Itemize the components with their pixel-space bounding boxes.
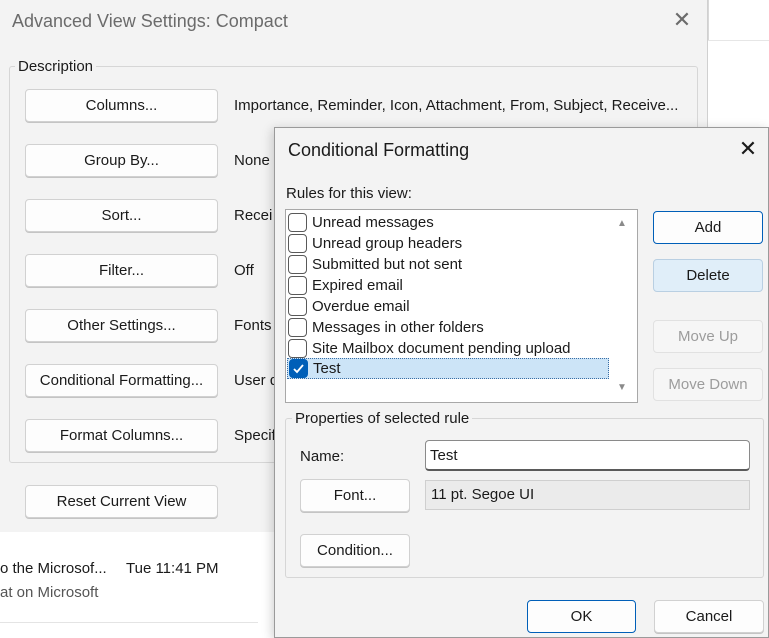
rule-checkbox[interactable]	[288, 276, 307, 295]
format-columns-button[interactable]: Format Columns...	[25, 419, 218, 452]
other-settings-value: Fonts	[234, 317, 272, 334]
advanced-dialog-title: Advanced View Settings: Compact	[12, 11, 288, 31]
cancel-button[interactable]: Cancel	[654, 600, 764, 633]
rule-item[interactable]: Overdue email	[287, 296, 609, 317]
rule-label: Test	[313, 360, 341, 377]
filter-value: Off	[234, 262, 254, 279]
scroll-down-icon[interactable]: ▼	[617, 382, 627, 393]
rule-item[interactable]: Unread group headers	[287, 233, 609, 254]
rule-item[interactable]: Unread messages	[287, 212, 609, 233]
rules-scrollbar[interactable]	[613, 210, 637, 402]
background-divider	[708, 0, 709, 40]
background-divider	[708, 40, 769, 41]
description-label: Description	[15, 58, 97, 75]
rule-item-selected[interactable]: Test	[287, 358, 609, 379]
rule-checkbox[interactable]	[288, 234, 307, 253]
filter-button[interactable]: Filter...	[25, 254, 218, 287]
rule-item[interactable]: Site Mailbox document pending upload	[287, 338, 609, 359]
conditional-formatting-value: User d	[234, 372, 279, 389]
other-settings-button[interactable]: Other Settings...	[25, 309, 218, 342]
checkmark-icon	[293, 364, 304, 374]
columns-button[interactable]: Columns...	[25, 89, 218, 122]
rule-label: Submitted but not sent	[312, 256, 463, 273]
move-down-button[interactable]: Move Down	[653, 368, 763, 401]
rule-label: Overdue email	[312, 298, 410, 315]
columns-value: Importance, Reminder, Icon, Attachment, …	[234, 97, 679, 114]
rule-label: Site Mailbox document pending upload	[312, 340, 571, 357]
group-by-value: None	[234, 152, 270, 169]
mail-sender: o the Microsof...	[0, 560, 107, 577]
delete-button[interactable]: Delete	[653, 259, 763, 292]
rule-checkbox[interactable]	[288, 297, 307, 316]
sort-value: Recei	[234, 207, 273, 224]
font-button[interactable]: Font...	[300, 479, 410, 512]
name-label: Name:	[300, 448, 345, 465]
close-icon[interactable]: ✕	[670, 8, 694, 32]
group-by-button[interactable]: Group By...	[25, 144, 218, 177]
conditional-formatting-button[interactable]: Conditional Formatting...	[25, 364, 218, 397]
rule-checkbox[interactable]	[288, 255, 307, 274]
conditional-formatting-title: Conditional Formatting	[288, 140, 470, 160]
rule-checkbox[interactable]	[288, 318, 307, 337]
rule-checkbox[interactable]	[288, 339, 307, 358]
font-value: 11 pt. Segoe UI	[425, 480, 750, 510]
rules-label: Rules for this view:	[286, 185, 412, 202]
rule-label: Messages in other folders	[312, 319, 484, 336]
properties-label: Properties of selected rule	[292, 410, 473, 427]
sort-button[interactable]: Sort...	[25, 199, 218, 232]
rule-checkbox[interactable]	[288, 213, 307, 232]
move-up-button[interactable]: Move Up	[653, 320, 763, 353]
ok-button[interactable]: OK	[527, 600, 636, 633]
format-columns-value: Specif	[234, 427, 276, 444]
rule-item[interactable]: Submitted but not sent	[287, 254, 609, 275]
reset-current-view-button[interactable]: Reset Current View	[25, 485, 218, 518]
scroll-up-icon[interactable]: ▲	[617, 218, 627, 229]
rule-item[interactable]: Messages in other folders	[287, 317, 609, 338]
rule-item[interactable]: Expired email	[287, 275, 609, 296]
close-icon[interactable]: ✕	[736, 137, 760, 161]
mail-divider	[0, 622, 258, 623]
rule-checkbox-checked[interactable]	[289, 359, 308, 378]
add-button[interactable]: Add	[653, 211, 763, 244]
mail-preview: at on Microsoft	[0, 584, 99, 601]
mail-time: Tue 11:41 PM	[126, 560, 219, 577]
rule-label: Unread group headers	[312, 235, 463, 252]
rule-label: Unread messages	[312, 214, 434, 231]
rule-label: Expired email	[312, 277, 403, 294]
name-input[interactable]	[425, 440, 750, 471]
condition-button[interactable]: Condition...	[300, 534, 410, 567]
